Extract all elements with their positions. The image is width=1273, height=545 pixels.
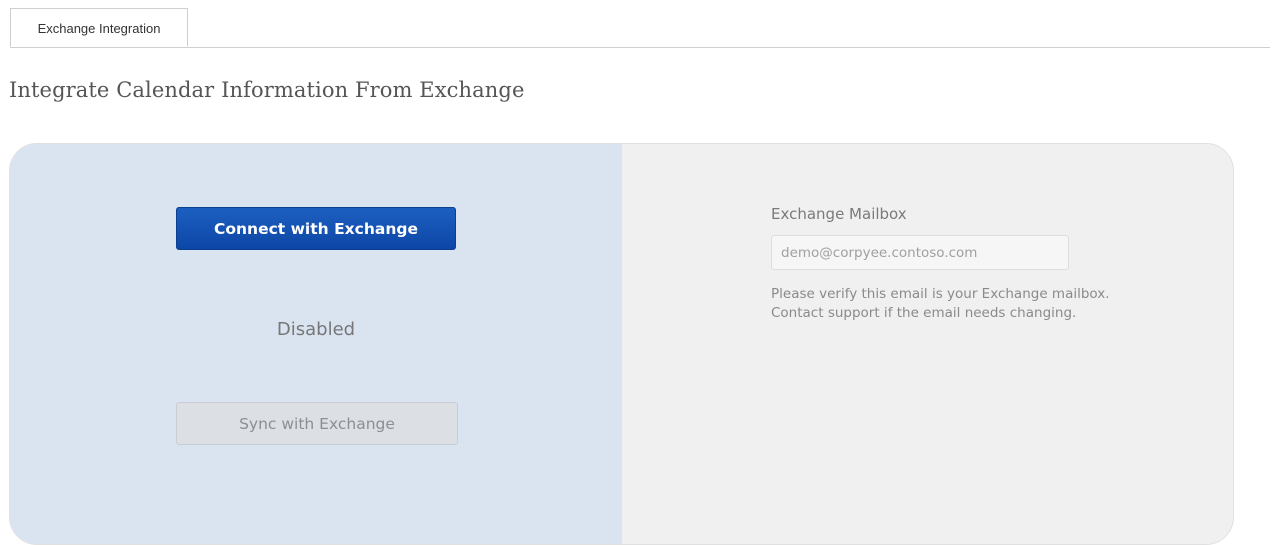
help-text-line-1: Please verify this email is your Exchang… [771,286,1110,302]
connection-panel: Connect with Exchange Disabled Sync with… [10,144,622,544]
connect-with-exchange-button[interactable]: Connect with Exchange [176,207,456,250]
mailbox-help-text: Please verify this email is your Exchang… [771,285,1231,323]
sync-with-exchange-button[interactable]: Sync with Exchange [176,402,458,445]
connection-status: Disabled [276,319,356,340]
tab-exchange-integration[interactable]: Exchange Integration [10,8,188,47]
page-title: Integrate Calendar Information From Exch… [9,78,525,102]
exchange-mailbox-label: Exchange Mailbox [771,205,907,223]
exchange-mailbox-input[interactable] [771,235,1069,270]
help-text-line-2: Contact support if the email needs chang… [771,305,1077,321]
integration-card: Connect with Exchange Disabled Sync with… [9,143,1234,545]
tab-bar: Exchange Integration [10,0,1270,48]
mailbox-panel: Exchange Mailbox Please verify this emai… [622,144,1233,544]
